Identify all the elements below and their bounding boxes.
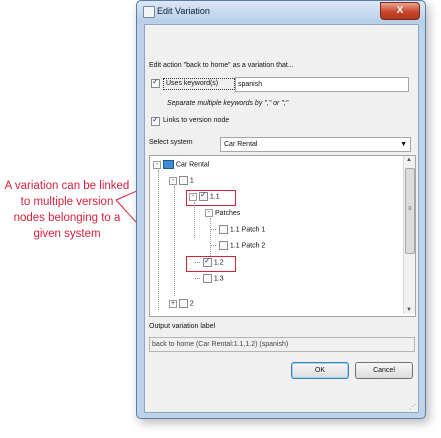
ok-button[interactable]: OK [291,362,349,379]
expand-minus-icon[interactable]: - [169,176,177,185]
computer-icon [162,160,174,169]
tree-connector [194,202,195,238]
tree-connector [211,245,216,246]
tree-node-patches[interactable]: - Patches [205,209,240,219]
close-button[interactable]: X [380,2,420,20]
dialog-client-area: Edit action "back to home" as a variatio… [144,24,419,413]
window-title: Edit Variation [157,6,210,16]
tree-node-label: Patches [214,210,241,217]
keyword-input[interactable]: spanish [235,77,409,92]
tree-node-label: Car Rental [175,161,210,169]
title-bar[interactable]: Edit Variation X [137,1,425,23]
callout-annotation: A variation can be linked to multiple ve… [4,180,130,240]
links-to-version-row: Links to version node [151,115,229,126]
uses-keywords-checkbox[interactable] [151,77,160,88]
scroll-down-icon[interactable]: ▼ [406,307,412,313]
tree-node-label: 1.1 [209,193,220,201]
scrollbar-thumb[interactable]: ≡ [405,168,415,254]
tree-checkbox[interactable] [198,190,208,201]
system-select[interactable]: Car Rental ▼ [220,137,411,152]
tree-node-v1[interactable]: - 1 [169,176,194,186]
links-to-version-checkbox[interactable] [151,115,160,126]
tree-checkbox[interactable] [202,274,212,283]
tree-node-patch2[interactable]: 1.1 Patch 2 [210,241,265,251]
tree-checkbox[interactable] [178,299,188,308]
tree-node-label: 2 [189,300,194,308]
expand-minus-icon[interactable]: - [189,192,197,201]
tree-connector [158,170,159,310]
uses-keywords-row: Uses keyword(s) [151,77,235,90]
tree-node-label: 1.1 Patch 2 [229,242,266,250]
tree-node-v12[interactable]: 1.2 [194,256,224,268]
tree-node-label: 1.3 [213,275,224,283]
tree-connector [195,278,200,279]
resize-grip-icon[interactable]: ⋰ [409,403,416,411]
chevron-down-icon[interactable]: ▼ [400,138,407,151]
output-variation-field: back to home (Car Rental:1.1,1.2) (spani… [149,337,415,352]
tree-node-v11[interactable]: - 1.1 [189,190,220,202]
tree-connector [195,262,200,263]
tree-node-v2[interactable]: + 2 [169,299,194,309]
cancel-button[interactable]: Cancel [355,362,413,379]
select-system-label: Select system [149,139,193,146]
links-to-version-label[interactable]: Links to version node [163,117,229,124]
edit-variation-dialog: Edit Variation X Edit action "back to ho… [136,0,426,419]
tree-scrollbar[interactable]: ▲ ≡ ▼ [403,156,415,314]
tree-node-patch1[interactable]: 1.1 Patch 1 [210,225,265,235]
tree-node-label: 1.2 [213,259,224,267]
tree-checkbox[interactable] [178,176,188,185]
tree-connector [174,186,175,296]
window-app-icon [143,6,155,18]
tree-node-v13[interactable]: 1.3 [194,274,224,284]
tree-node-label: 1 [189,177,194,185]
version-tree[interactable]: - Car Rental - 1 - 1.1 - Patches [149,155,416,317]
expand-minus-icon[interactable]: - [205,209,213,218]
uses-keywords-label[interactable]: Uses keyword(s) [163,78,235,90]
tree-checkbox[interactable] [218,241,228,250]
output-label: Output variation label [149,323,216,330]
tree-connector [211,229,216,230]
tree-checkbox[interactable] [218,225,228,234]
scroll-up-icon[interactable]: ▲ [406,157,412,163]
grip-icon: ≡ [408,206,412,212]
action-description: Edit action "back to home" as a variatio… [149,62,294,69]
expand-plus-icon[interactable]: + [169,299,177,308]
tree-node-label: 1.1 Patch 1 [229,226,266,234]
tree-node-root[interactable]: - Car Rental [153,160,209,170]
keyword-hint: Separate multiple keywords by "," or ";" [167,100,289,107]
tree-checkbox[interactable] [202,256,212,267]
system-select-value: Car Rental [224,141,258,148]
expand-minus-icon[interactable]: - [153,160,161,169]
